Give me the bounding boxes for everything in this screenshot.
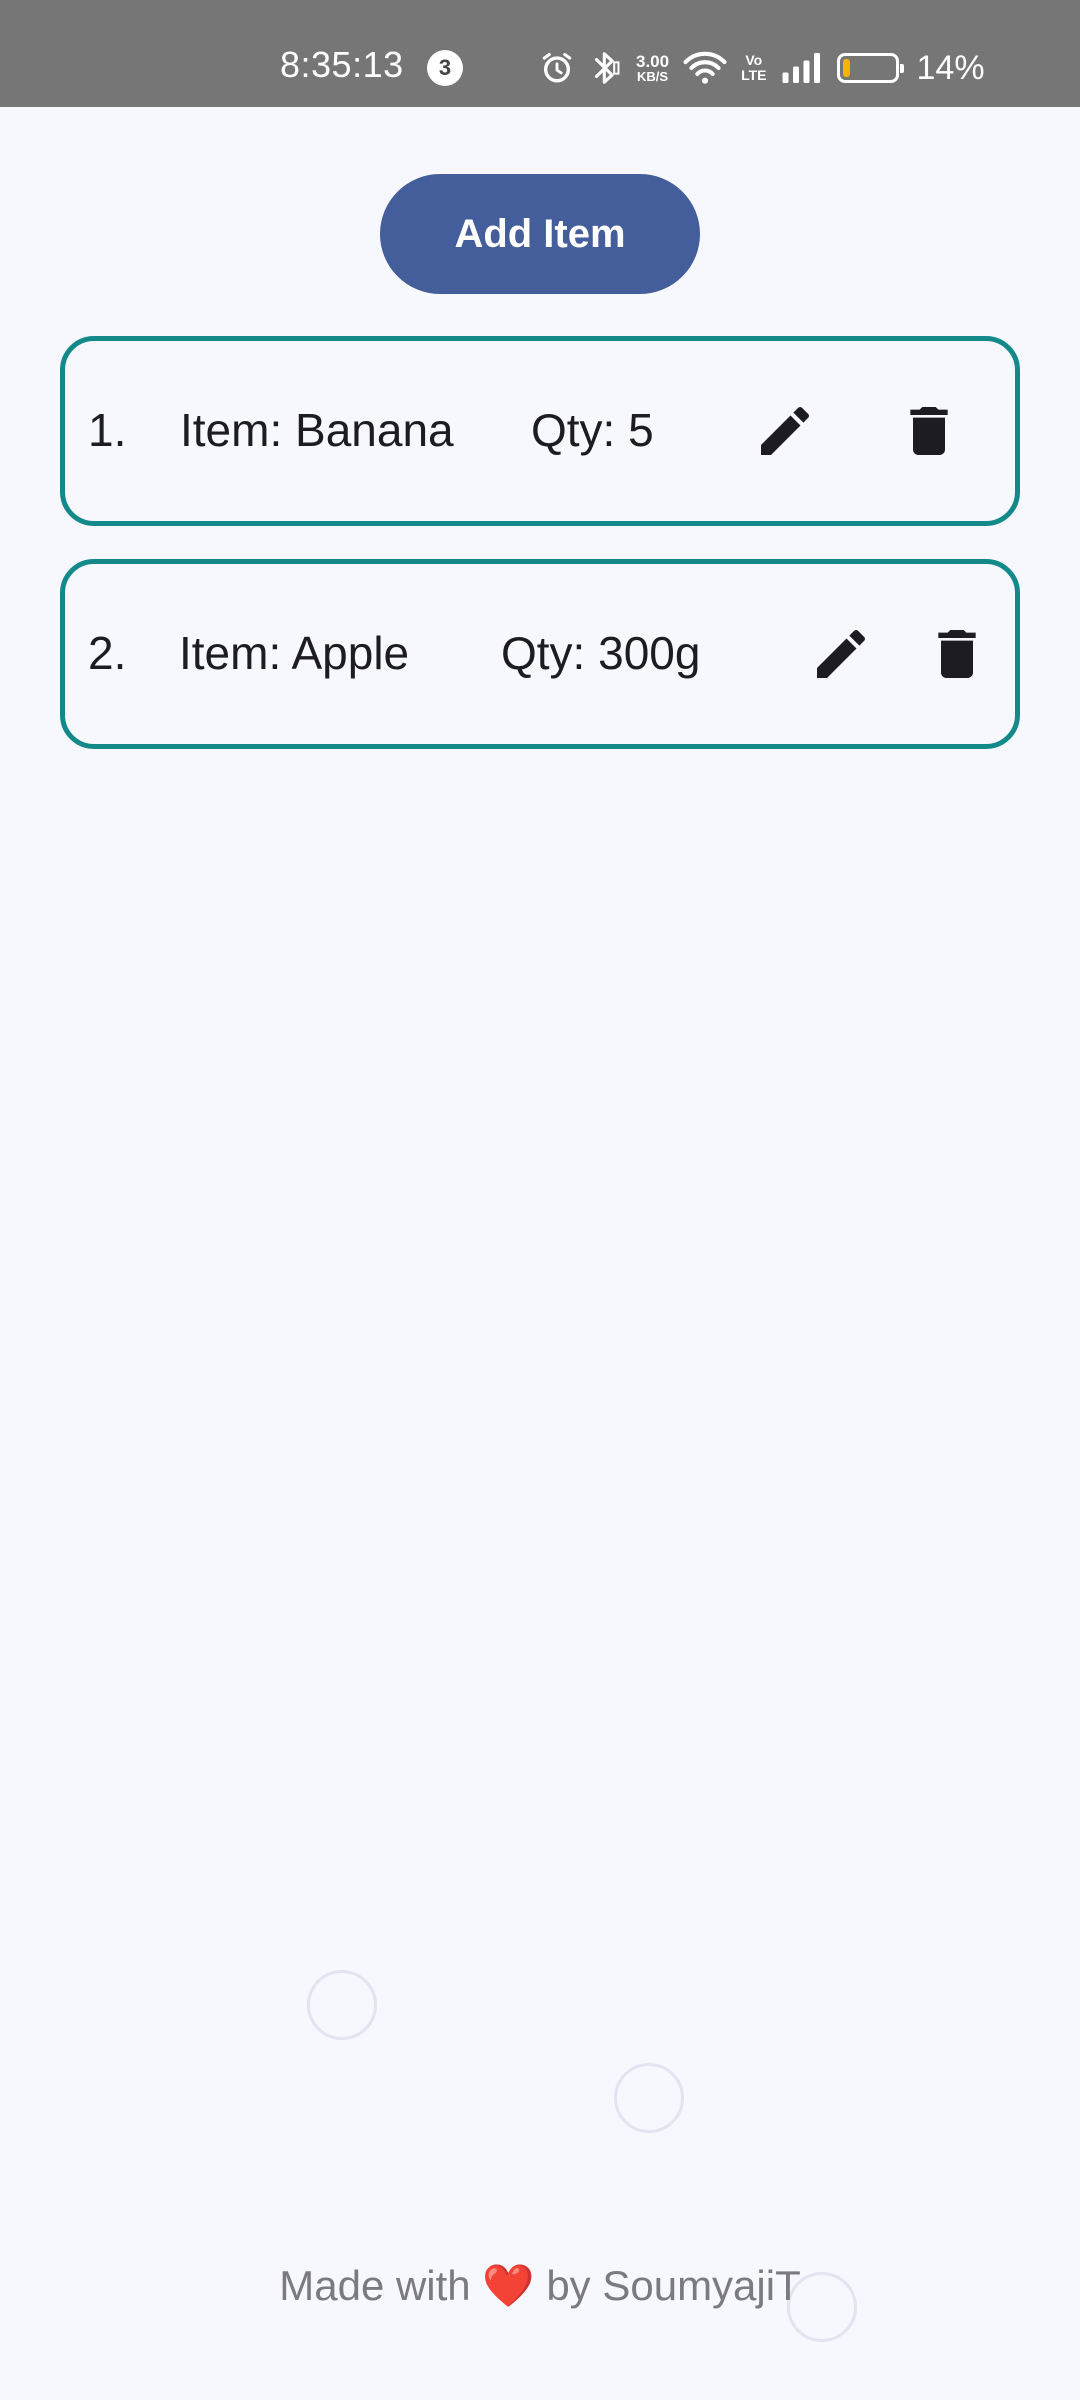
notification-count-badge: 3 — [427, 50, 463, 86]
item-name: Item: Apple — [179, 627, 410, 679]
list-item: 2. Item: Apple Qty: 300g — [60, 559, 1020, 749]
list-item: 1. Item: Banana Qty: 5 — [60, 336, 1020, 526]
signal-icon — [781, 53, 823, 83]
edit-icon[interactable] — [750, 396, 820, 466]
delete-icon[interactable] — [922, 619, 992, 689]
status-time: 8:35:13 — [280, 44, 404, 85]
battery-percent: 14% — [916, 48, 985, 87]
battery-level-fill — [842, 59, 850, 77]
add-item-button[interactable]: Add Item — [380, 174, 700, 294]
volte-indicator: Vo LTE — [741, 53, 766, 83]
alarm-icon — [540, 51, 574, 85]
status-bar: 8:35:13 3 3.00 KB/S Vo LTE 14% — [0, 0, 1080, 107]
item-name: Item: Banana — [180, 404, 454, 456]
heart-icon: ❤️ — [482, 2262, 535, 2309]
network-speed: 3.00 KB/S — [636, 53, 669, 84]
bluetooth-icon — [588, 49, 622, 87]
footer-suffix: by SoumyajiT — [546, 2262, 801, 2309]
delete-icon[interactable] — [894, 396, 964, 466]
item-qty: Qty: 300g — [501, 627, 701, 679]
item-index: 1. — [88, 404, 127, 456]
item-index: 2. — [88, 627, 127, 679]
footer-prefix: Made with — [279, 2262, 471, 2309]
status-icons: 3.00 KB/S Vo LTE 14% — [540, 44, 985, 92]
network-speed-unit: KB/S — [637, 68, 669, 84]
volte-top: Vo — [745, 52, 763, 68]
touch-ripple — [307, 1970, 377, 2040]
network-speed-value: 3.00 — [636, 51, 670, 71]
footer-credit: Made with ❤️ by SoumyajiT — [0, 2262, 1080, 2311]
battery-icon — [836, 53, 904, 83]
volte-bottom: LTE — [741, 67, 767, 83]
edit-icon[interactable] — [806, 619, 876, 689]
item-qty: Qty: 5 — [531, 404, 654, 456]
touch-ripple — [614, 2063, 684, 2133]
wifi-icon — [683, 51, 727, 85]
